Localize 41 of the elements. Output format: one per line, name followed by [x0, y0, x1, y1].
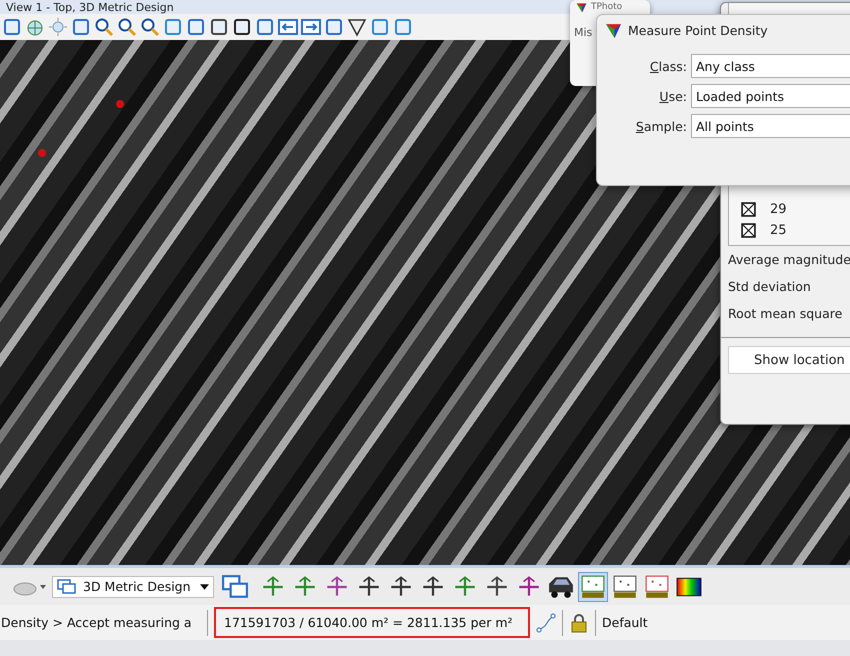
- grid-icon: [580, 574, 606, 598]
- checkbox[interactable]: [741, 223, 756, 238]
- caret-icon: [200, 584, 209, 590]
- cone-icon[interactable]: [347, 17, 367, 37]
- dropdown-field[interactable]: Any class: [691, 54, 850, 78]
- lock-icon[interactable]: [569, 612, 589, 632]
- field-label: Class:: [648, 58, 687, 74]
- point-marker-icon: [38, 149, 46, 157]
- command-prompt: Density > Accept measuring a: [0, 615, 193, 630]
- dropdown-field[interactable]: All points: [691, 114, 850, 138]
- light-icon[interactable]: [48, 17, 68, 37]
- list-value: 29: [770, 202, 787, 217]
- stat-label: Average magnitude: [727, 251, 850, 269]
- design-dropdown[interactable]: 3D Metric Design: [52, 576, 214, 598]
- menu-item[interactable]: Mis: [574, 26, 592, 39]
- level-name: Default: [602, 615, 648, 630]
- connector-icon[interactable]: [536, 612, 556, 632]
- app-logo-icon: [605, 22, 622, 38]
- back-icon[interactable]: [278, 17, 298, 37]
- dialog-title: Measure Point Density: [628, 22, 768, 38]
- stat-label: Std deviation: [727, 278, 812, 296]
- zoom-out-icon[interactable]: [117, 17, 137, 37]
- dropdown-field[interactable]: Loaded points: [691, 84, 850, 108]
- car-icon: [548, 574, 574, 598]
- grid-icon-button[interactable]: [578, 572, 608, 602]
- forward-icon[interactable]: [301, 17, 321, 37]
- measurement-result: 171591703 / 61040.00 m² = 2811.135 per m²: [214, 607, 530, 638]
- field-label: Use:: [658, 88, 687, 104]
- field-label: Sample:: [634, 118, 687, 134]
- show-location-button[interactable]: Show location: [728, 346, 850, 374]
- dots-icon: [612, 574, 638, 598]
- point-marker-icon: [116, 100, 124, 108]
- checkbox[interactable]: [741, 202, 756, 217]
- zoom-in-icon[interactable]: [94, 17, 114, 37]
- cells-icon: [644, 574, 670, 598]
- zoom-box-icon[interactable]: [140, 17, 160, 37]
- window-title: TPhoto: [591, 2, 622, 12]
- app-logo-icon: [576, 2, 587, 12]
- stat-label: Root mean square: [727, 305, 844, 323]
- view-title: View 1 - Top, 3D Metric Design: [5, 0, 174, 14]
- list-value: 25: [770, 223, 787, 238]
